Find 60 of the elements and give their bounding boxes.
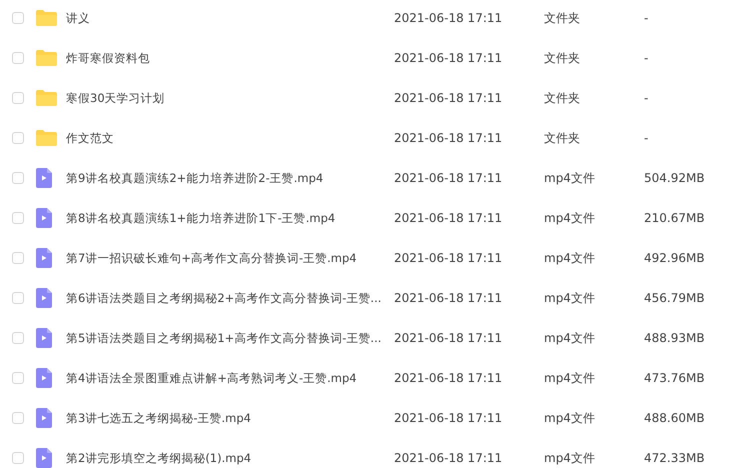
checkbox[interactable] bbox=[12, 332, 24, 344]
file-type: 文件夹 bbox=[544, 130, 581, 146]
checkbox[interactable] bbox=[12, 412, 24, 424]
modified-date: 2021-06-18 17:11 bbox=[394, 411, 504, 425]
checkbox[interactable] bbox=[12, 132, 24, 144]
file-name[interactable]: 第4讲语法全景图重难点讲解+高考熟词考义-王赞.mp4 bbox=[66, 370, 394, 386]
modified-date: 2021-06-18 17:11 bbox=[394, 291, 504, 305]
file-name[interactable]: 寒假30天学习计划 bbox=[66, 90, 394, 106]
checkbox[interactable] bbox=[12, 172, 24, 184]
modified-date: 2021-06-18 17:11 bbox=[394, 91, 504, 105]
checkbox[interactable] bbox=[12, 292, 24, 304]
file-type: mp4文件 bbox=[544, 370, 596, 386]
file-name[interactable]: 第9讲名校真题演练2+能力培养进阶2-王赞.mp4 bbox=[66, 170, 394, 186]
checkbox[interactable] bbox=[12, 212, 24, 224]
modified-date: 2021-06-18 17:11 bbox=[394, 11, 504, 25]
file-type: 文件夹 bbox=[544, 50, 581, 66]
modified-date: 2021-06-18 17:11 bbox=[394, 451, 504, 465]
file-size: - bbox=[644, 91, 648, 105]
modified-date: 2021-06-18 17:11 bbox=[394, 371, 504, 385]
modified-date: 2021-06-18 17:11 bbox=[394, 211, 504, 225]
file-size: 473.76MB bbox=[644, 371, 705, 385]
checkbox[interactable] bbox=[12, 12, 24, 24]
checkbox[interactable] bbox=[12, 372, 24, 384]
file-size: - bbox=[644, 11, 648, 25]
checkbox[interactable] bbox=[12, 252, 24, 264]
file-size: 504.92MB bbox=[644, 171, 705, 185]
modified-date: 2021-06-18 17:11 bbox=[394, 331, 504, 345]
modified-date: 2021-06-18 17:11 bbox=[394, 131, 504, 145]
file-type: mp4文件 bbox=[544, 250, 596, 266]
file-type: mp4文件 bbox=[544, 210, 596, 226]
file-size: 210.67MB bbox=[644, 211, 705, 225]
file-type: mp4文件 bbox=[544, 450, 596, 466]
checkbox[interactable] bbox=[12, 52, 24, 64]
file-type: 文件夹 bbox=[544, 10, 581, 26]
file-name[interactable]: 炸哥寒假资料包 bbox=[66, 50, 394, 66]
file-size: - bbox=[644, 131, 648, 145]
file-type: mp4文件 bbox=[544, 330, 596, 346]
modified-date: 2021-06-18 17:11 bbox=[394, 51, 504, 65]
file-size: - bbox=[644, 51, 648, 65]
file-name[interactable]: 第2讲完形填空之考纲揭秘(1).mp4 bbox=[66, 450, 394, 466]
file-name[interactable]: 讲义 bbox=[66, 10, 394, 26]
file-name[interactable]: 第6讲语法类题目之考纲揭秘2+高考作文高分替换词-王赞... bbox=[66, 290, 394, 306]
file-type: mp4文件 bbox=[544, 170, 596, 186]
file-size: 456.79MB bbox=[644, 291, 705, 305]
file-name[interactable]: 作文范文 bbox=[66, 130, 394, 146]
checkbox[interactable] bbox=[12, 452, 24, 464]
file-size: 488.60MB bbox=[644, 411, 705, 425]
checkbox[interactable] bbox=[12, 92, 24, 104]
file-name[interactable]: 第8讲名校真题演练1+能力培养进阶1下-王赞.mp4 bbox=[66, 210, 394, 226]
file-type: 文件夹 bbox=[544, 90, 581, 106]
file-size: 488.93MB bbox=[644, 331, 705, 345]
file-size: 492.96MB bbox=[644, 251, 705, 265]
file-name[interactable]: 第7讲一招识破长难句+高考作文高分替换词-王赞.mp4 bbox=[66, 250, 394, 266]
file-name[interactable]: 第5讲语法类题目之考纲揭秘1+高考作文高分替换词-王赞... bbox=[66, 330, 394, 346]
file-name[interactable]: 第3讲七选五之考纲揭秘-王赞.mp4 bbox=[66, 410, 394, 426]
modified-date: 2021-06-18 17:11 bbox=[394, 171, 504, 185]
file-size: 472.33MB bbox=[644, 451, 705, 465]
file-type: mp4文件 bbox=[544, 290, 596, 306]
modified-date: 2021-06-18 17:11 bbox=[394, 251, 504, 265]
file-type: mp4文件 bbox=[544, 410, 596, 426]
